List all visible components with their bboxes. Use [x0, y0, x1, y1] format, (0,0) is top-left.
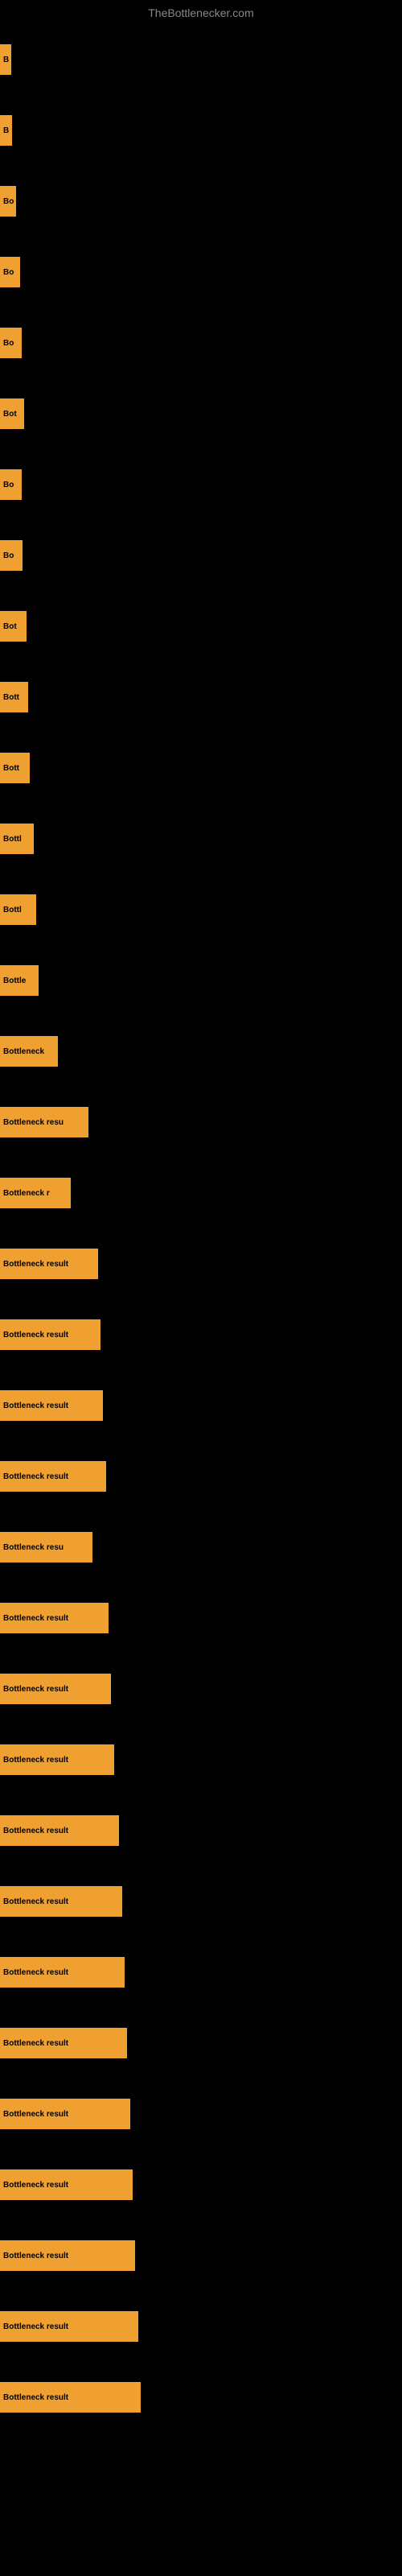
bar-row: Bottleneck resu	[0, 1512, 402, 1583]
bar-row: Bottleneck result	[0, 1370, 402, 1441]
site-title: TheBottlenecker.com	[0, 0, 402, 23]
bar-row: B	[0, 95, 402, 166]
bar-row: Bottleneck r	[0, 1158, 402, 1228]
bar-label: Bot	[0, 611, 27, 642]
bar-label: Bottleneck result	[0, 2240, 135, 2271]
bar-row: Bottleneck result	[0, 1228, 402, 1299]
bar-label: Bo	[0, 540, 23, 571]
bar-row: Bottleneck result	[0, 1724, 402, 1795]
bar-row: Bo	[0, 449, 402, 520]
bar-label: Bott	[0, 753, 30, 783]
bar-label: Bott	[0, 682, 28, 712]
bar-row: Bottl	[0, 874, 402, 945]
bar-label: Bottleneck result	[0, 2311, 138, 2342]
bar-row: Bot	[0, 378, 402, 449]
bar-row: Bot	[0, 591, 402, 662]
bar-label: Bottleneck result	[0, 1603, 109, 1633]
bar-row: Bo	[0, 166, 402, 237]
bars-container: B B Bo Bo Bo Bot Bo Bo Bot Bott Bott Bottl Bottl Bott…	[0, 24, 402, 2433]
bar-label: Bottle	[0, 965, 39, 996]
bar-row: Bottleneck result	[0, 1299, 402, 1370]
bar-row: Bo	[0, 308, 402, 378]
bar-label: Bottleneck result	[0, 1249, 98, 1279]
bar-row: Bottleneck result	[0, 2079, 402, 2149]
bar-row: Bottle	[0, 945, 402, 1016]
bar-label: Bottleneck result	[0, 1319, 100, 1350]
bar-label: Bottl	[0, 894, 36, 925]
bar-label: Bottleneck result	[0, 2169, 133, 2200]
bar-label: Bo	[0, 328, 22, 358]
bar-label: Bottleneck result	[0, 1744, 114, 1775]
bar-row: Bottleneck result	[0, 1583, 402, 1653]
bar-label: Bottleneck	[0, 1036, 58, 1067]
bar-label: Bottleneck r	[0, 1178, 71, 1208]
bar-label: Bottleneck resu	[0, 1532, 92, 1563]
bar-row: Bottleneck result	[0, 2008, 402, 2079]
bar-row: Bottleneck result	[0, 2220, 402, 2291]
bar-row: Bottleneck resu	[0, 1087, 402, 1158]
bar-label: Bo	[0, 257, 20, 287]
bar-row: Bottleneck result	[0, 1653, 402, 1724]
bar-label: Bo	[0, 469, 22, 500]
bar-label: Bottleneck result	[0, 1886, 122, 1917]
bar-label: Bottleneck result	[0, 1390, 103, 1421]
bar-row: Bottleneck result	[0, 1441, 402, 1512]
bar-label: B	[0, 44, 11, 75]
bar-label: Bot	[0, 398, 24, 429]
bar-label: Bottleneck resu	[0, 1107, 88, 1137]
bar-row: Bottleneck result	[0, 2291, 402, 2362]
bar-label: Bottleneck result	[0, 1957, 125, 1988]
bar-row: Bott	[0, 733, 402, 803]
bar-label: Bottleneck result	[0, 1461, 106, 1492]
bar-row: Bottleneck result	[0, 1937, 402, 2008]
bar-row: Bo	[0, 237, 402, 308]
bar-row: Bottleneck	[0, 1016, 402, 1087]
bar-row: Bottleneck result	[0, 2362, 402, 2433]
bar-row: Bottleneck result	[0, 1795, 402, 1866]
bar-label: Bottleneck result	[0, 1674, 111, 1704]
bar-label: Bottleneck result	[0, 2099, 130, 2129]
bar-row: B	[0, 24, 402, 95]
bar-label: Bottleneck result	[0, 2382, 141, 2413]
bar-row: Bo	[0, 520, 402, 591]
bar-row: Bottleneck result	[0, 2149, 402, 2220]
bar-row: Bott	[0, 662, 402, 733]
bar-row: Bottleneck result	[0, 1866, 402, 1937]
bar-label: Bottleneck result	[0, 1815, 119, 1846]
bar-label: Bo	[0, 186, 16, 217]
bar-label: B	[0, 115, 12, 146]
bar-row: Bottl	[0, 803, 402, 874]
bar-label: Bottleneck result	[0, 2028, 127, 2058]
bar-label: Bottl	[0, 824, 34, 854]
